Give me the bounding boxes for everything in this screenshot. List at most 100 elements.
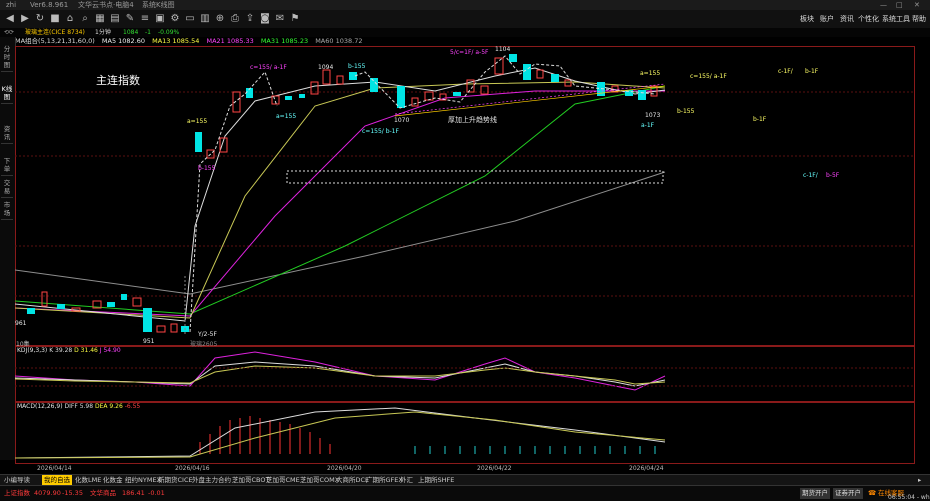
home-icon[interactable]: ⌂ <box>64 13 76 25</box>
candle <box>195 132 202 152</box>
sh-index-value: 4079.90 <box>34 489 61 497</box>
wh-index-change: -0.01 <box>148 489 165 497</box>
tab-news[interactable]: 资讯 <box>1 123 13 144</box>
candle <box>285 96 292 100</box>
date-axis: 2026/04/14 2026/04/16 2026/04/20 2026/04… <box>15 464 915 474</box>
forward-icon[interactable]: ▶ <box>19 13 31 25</box>
annot-right2: c-1F/ <box>778 68 793 75</box>
candle <box>411 97 419 107</box>
securities-account-button[interactable]: 证券开户 <box>833 488 863 499</box>
app-version: Ver6.8.961 <box>30 1 69 9</box>
macd-dea: DEA 9.26 <box>94 403 123 410</box>
export-icon[interactable]: ⇪ <box>244 13 256 25</box>
zoom-icon[interactable]: ⊕ <box>214 13 226 25</box>
kdj-d: D 31.46 <box>74 347 98 354</box>
candle <box>27 308 35 314</box>
ma31-line <box>15 85 666 315</box>
refresh-icon[interactable]: ↻ <box>34 13 46 25</box>
trend-label: 厚加上升趋势线 <box>448 116 497 124</box>
support-icon[interactable]: ☎ <box>868 486 876 501</box>
kline-chart[interactable] <box>15 46 915 464</box>
annot-right6: b-5F <box>826 172 840 179</box>
annot-b155-mid: b-155 <box>348 63 366 70</box>
kdj-label[interactable]: KDJ(9,3,3) <box>17 347 47 354</box>
tab-kline[interactable]: K线图 <box>1 83 13 104</box>
tab-market[interactable]: 市场 <box>1 199 13 220</box>
tab-trade[interactable]: 交易 <box>1 177 13 198</box>
minimize-button[interactable]: — <box>880 0 887 10</box>
menu-help[interactable]: 帮助 <box>912 14 926 24</box>
price-label-961: 961 <box>15 320 27 327</box>
toolbar: ◀ ▶ ↻ ■ ⌂ ⌕ ▦ ▤ ✎ ≡ ▣ ⚙ ▭ ▥ ⊕ ⎙ ⇪ ◙ ✉ ⚑ … <box>0 10 930 29</box>
date-label: 2026/04/22 <box>477 465 512 472</box>
candle <box>299 94 305 98</box>
annot-cap-top: 5/c=1F/ a-5F <box>450 49 489 56</box>
left-side-tabs: 分时图 K线图 资讯 下单 交易 市场 <box>0 37 16 460</box>
layout-icon[interactable]: ▥ <box>199 13 211 25</box>
macd-dea-line <box>15 411 666 459</box>
macd-bars-down <box>414 446 656 454</box>
kdj-header: KDJ(9,3,3) K 39.28 D 31.46 J 54.90 <box>17 347 121 354</box>
print-icon[interactable]: ⎙ <box>229 13 241 25</box>
macd-label[interactable]: MACD(12,26,9) <box>17 403 63 410</box>
candle <box>143 308 152 332</box>
link-icon[interactable]: ⟲⟳ <box>4 28 14 37</box>
date-label: 2026/04/24 <box>629 465 664 472</box>
menu-personalize[interactable]: 个性化 <box>858 14 879 24</box>
trend-line <box>394 83 666 115</box>
price-label-1070: 1070 <box>394 117 410 124</box>
close-button[interactable]: ✕ <box>914 0 920 10</box>
menu-account[interactable]: 账户 <box>820 14 834 24</box>
wh-index-value: 186.41 <box>122 489 145 497</box>
menu-tools[interactable]: 系统工具 <box>882 14 910 24</box>
tab-order[interactable]: 下单 <box>1 155 13 176</box>
candle <box>107 302 115 307</box>
macd-diff: DIFF 5.98 <box>64 403 94 410</box>
search-icon[interactable]: ⌕ <box>79 13 91 25</box>
futures-account-button[interactable]: 期货开户 <box>800 488 830 499</box>
menu-sector[interactable]: 板块 <box>800 14 814 24</box>
back-icon[interactable]: ◀ <box>4 13 16 25</box>
candle <box>509 54 517 62</box>
window-icon[interactable]: ▭ <box>184 13 196 25</box>
last-price: 1084 <box>123 29 139 36</box>
ma60-line <box>15 171 666 295</box>
price-pct: -0.09% <box>158 29 180 36</box>
ma13-line <box>15 81 666 319</box>
list-icon[interactable]: ≡ <box>139 13 151 25</box>
date-label: 2026/04/16 <box>175 465 210 472</box>
candle <box>523 64 531 80</box>
lock-icon[interactable]: ◙ <box>259 13 271 25</box>
annot-right4: b-1F <box>753 116 767 123</box>
tab-timeshare[interactable]: 分时图 <box>1 43 13 72</box>
macd-value: -6.55 <box>124 403 141 410</box>
chart-icon[interactable]: ▤ <box>109 13 121 25</box>
candle <box>494 57 504 75</box>
price-label-1104: 1104 <box>495 46 511 53</box>
candle <box>57 304 65 309</box>
ma-label[interactable]: MA组合(5,13,21,31,60,0) <box>15 37 95 45</box>
kdj-panel-frame <box>15 346 915 402</box>
calc-icon[interactable]: ▣ <box>154 13 166 25</box>
period-selector[interactable]: 1分钟 <box>95 28 111 37</box>
alert-icon[interactable]: ⚑ <box>289 13 301 25</box>
symbol-name[interactable]: 玻璃主连(CICE 8734) <box>25 28 85 37</box>
candle <box>170 323 178 333</box>
ma13-value: MA13 1085.54 <box>152 37 200 45</box>
candle <box>336 75 344 85</box>
maximize-button[interactable]: □ <box>896 0 903 10</box>
chart-window-title: 系统K线图 <box>142 1 175 9</box>
candle <box>536 69 544 79</box>
candle <box>551 74 559 82</box>
draw-icon[interactable]: ✎ <box>124 13 136 25</box>
main-panel-frame <box>15 46 915 346</box>
grid-icon[interactable]: ▦ <box>94 13 106 25</box>
annot-b155-left: b-155 <box>198 165 216 172</box>
candle <box>564 79 572 87</box>
kdj-k-line <box>15 361 666 387</box>
candle <box>424 91 434 101</box>
stop-icon[interactable]: ■ <box>49 13 61 25</box>
menu-news[interactable]: 资讯 <box>840 14 854 24</box>
settings-icon[interactable]: ⚙ <box>169 13 181 25</box>
note-icon[interactable]: ✉ <box>274 13 286 25</box>
